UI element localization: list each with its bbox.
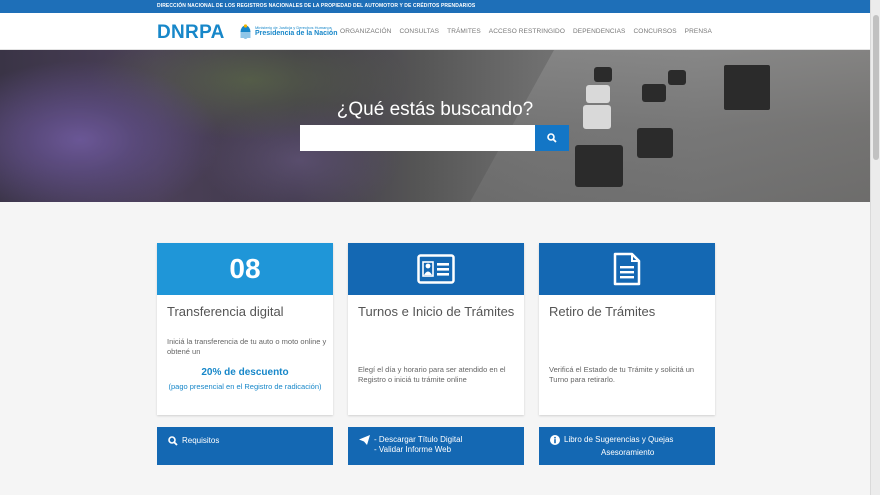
nav-concursos[interactable]: CONCURSOS xyxy=(634,28,677,35)
page-scrollbar[interactable] xyxy=(870,0,880,495)
main-nav: ORGANIZACIÓN CONSULTAS TRÁMITES ACCESO R… xyxy=(340,28,712,35)
card-header xyxy=(348,243,524,295)
sugerencias-button[interactable]: Libro de Sugerencias y Quejas Asesoramie… xyxy=(539,427,715,465)
card-title: Turnos e Inicio de Trámites xyxy=(358,304,515,319)
hero-banner: ¿Qué estás buscando? xyxy=(0,50,870,202)
card-text: Verificá el Estado de tu Trámite y solic… xyxy=(549,365,695,384)
presidency-label: Presidencia de la Nación xyxy=(255,30,338,37)
search-icon xyxy=(547,133,557,143)
card-title: Transferencia digital xyxy=(167,304,284,319)
turnos-card[interactable]: Turnos e Inicio de Trámites Elegí el día… xyxy=(348,243,524,415)
card-text: Iniciá la transferencia de tu auto o mot… xyxy=(167,337,327,356)
paper-plane-icon xyxy=(359,435,370,445)
id-card-icon xyxy=(417,254,455,284)
button-label: Requisitos xyxy=(182,436,220,445)
nav-prensa[interactable]: PRENSA xyxy=(685,28,712,35)
discount-note: (pago presencial en el Registro de radic… xyxy=(168,382,322,391)
nav-consultas[interactable]: CONSULTAS xyxy=(399,28,439,35)
descargar-titulo-link[interactable]: - Descargar Título Digital xyxy=(374,435,462,444)
scrollbar-thumb[interactable] xyxy=(873,15,879,160)
top-bar: DIRECCIÓN NACIONAL DE LOS REGISTROS NACI… xyxy=(0,0,870,13)
car-image xyxy=(668,70,686,85)
search-input[interactable] xyxy=(300,125,535,151)
car-image xyxy=(637,128,673,158)
card-header xyxy=(539,243,715,295)
search-icon xyxy=(168,436,178,446)
card-title: Retiro de Trámites xyxy=(549,304,656,319)
agency-name: DIRECCIÓN NACIONAL DE LOS REGISTROS NACI… xyxy=(157,3,476,9)
card-number: 08 xyxy=(229,253,261,284)
site-header: DNRPA Ministerio de Justicia y Derechos … xyxy=(0,13,870,50)
hero-title: ¿Qué estás buscando? xyxy=(336,99,534,120)
asesoramiento-link[interactable]: Asesoramiento xyxy=(601,448,654,457)
transferencia-card[interactable]: 08 Transferencia digital Iniciá la trans… xyxy=(157,243,333,415)
dnrpa-logo[interactable]: DNRPA xyxy=(157,22,225,44)
coat-of-arms-icon xyxy=(240,24,251,39)
nav-organizacion[interactable]: ORGANIZACIÓN xyxy=(340,28,391,35)
info-icon xyxy=(550,435,560,445)
document-icon xyxy=(613,252,641,286)
requisitos-button[interactable]: Requisitos xyxy=(157,427,333,465)
nav-dependencias[interactable]: DEPENDENCIAS xyxy=(573,28,626,35)
validar-informe-link[interactable]: - Validar Informe Web xyxy=(374,445,451,454)
card-header: 08 xyxy=(157,243,333,295)
government-logo[interactable]: Ministerio de Justicia y Derechos Humano… xyxy=(240,23,340,41)
car-image xyxy=(594,67,612,82)
card-text: Elegí el día y horario para ser atendido… xyxy=(358,365,506,384)
nav-acceso-restringido[interactable]: ACCESO RESTRINGIDO xyxy=(489,28,565,35)
titulo-digital-button[interactable]: - Descargar Título Digital - Validar Inf… xyxy=(348,427,524,465)
retiro-card[interactable]: Retiro de Trámites Verificá el Estado de… xyxy=(539,243,715,415)
nav-tramites[interactable]: TRÁMITES xyxy=(447,28,481,35)
search-button[interactable] xyxy=(535,125,569,151)
car-image xyxy=(575,145,623,187)
libro-sugerencias-link[interactable]: Libro de Sugerencias y Quejas xyxy=(564,435,673,444)
discount-highlight: 20% de descuento xyxy=(201,367,289,378)
